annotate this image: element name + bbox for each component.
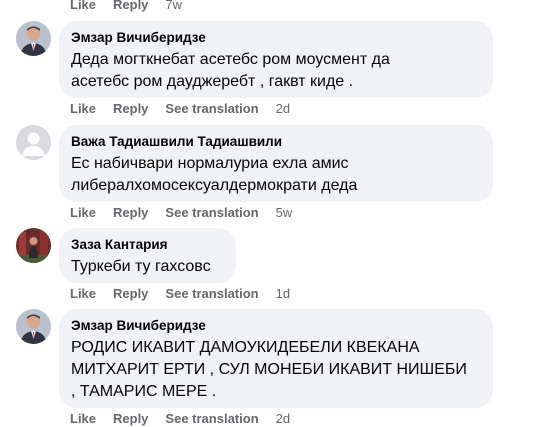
comment-actions: Like Reply See translation 1d (70, 286, 290, 302)
comment-actions: Like Reply See translation 2d (70, 101, 290, 117)
see-translation-link[interactable]: See translation (165, 205, 258, 221)
comment-actions: Like Reply See translation 2d (70, 411, 290, 427)
comment-bubble: Заза Кантария Туркеби ту гахсовс (59, 228, 236, 283)
comment-text-line: асетебс ром дауджеребт , гаквт киде . (71, 73, 354, 90)
avatar[interactable] (16, 21, 51, 56)
default-avatar-icon (16, 125, 51, 160)
comment-bubble: Эмзар Вичиберидзе РОДИС ИКАВИТ ДАМОУКИДЕ… (59, 309, 493, 408)
comment-timestamp[interactable]: 2d (276, 411, 290, 427)
comment-text-line: РОДИС ИКАВИТ ДАМОУКИДЕБЕЛИ КВЕКАНА (71, 339, 420, 356)
see-translation-link[interactable]: See translation (165, 101, 258, 117)
avatar[interactable] (16, 228, 51, 263)
reply-button[interactable]: Reply (113, 411, 148, 427)
like-button[interactable]: Like (70, 286, 96, 302)
profile-photo-icon (16, 21, 51, 56)
comment-timestamp[interactable]: 2d (276, 101, 290, 117)
comment-text-line: либералхомосексуалдермократи деда (71, 177, 358, 194)
comment-timestamp[interactable]: 5w (276, 205, 293, 221)
profile-photo-icon (16, 228, 51, 263)
comment-text: Деда могткнебат асетебс ром моусмент да … (71, 49, 481, 93)
avatar[interactable] (16, 309, 51, 344)
reply-button[interactable]: Reply (113, 101, 148, 117)
comment-bubble: Эмзар Вичиберидзе Деда могткнебат асетеб… (59, 21, 493, 98)
like-button[interactable]: Like (70, 101, 96, 117)
comment-author[interactable]: Заза Кантария (71, 236, 224, 254)
like-button[interactable]: Like (70, 0, 96, 13)
comment-text-line: , ТАМАРИС МЕРЕ . (71, 383, 217, 400)
comment-text-line: Ес набичвари нормалуриа ехла амис (71, 155, 349, 172)
comment-actions: Like Reply See translation 5w (70, 205, 292, 221)
comment-text: Туркеби ту гахсовс (71, 256, 224, 278)
previous-comment-actions: Like Reply 7w (70, 0, 182, 13)
reply-button[interactable]: Reply (113, 205, 148, 221)
like-button[interactable]: Like (70, 411, 96, 427)
comment-author[interactable]: Эмзар Вичиберидзе (71, 29, 481, 47)
comment-text: РОДИС ИКАВИТ ДАМОУКИДЕБЕЛИ КВЕКАНА МИТХА… (71, 337, 481, 403)
see-translation-link[interactable]: See translation (165, 286, 258, 302)
comment-text: Ес набичвари нормалуриа ехла амис либера… (71, 153, 481, 197)
see-translation-link[interactable]: See translation (165, 411, 258, 427)
comment-author[interactable]: Важа Тадиашвили Тадиашвили (71, 133, 481, 151)
reply-button[interactable]: Reply (113, 0, 148, 13)
comment-bubble: Важа Тадиашвили Тадиашвили Ес набичвари … (59, 125, 493, 202)
comment-text-line: МИТХАРИТ ЕРТИ , СУЛ МОНЕБИ ИКАВИТ НИШЕБИ (71, 361, 467, 378)
comment-author[interactable]: Эмзар Вичиберидзе (71, 317, 481, 335)
like-button[interactable]: Like (70, 205, 96, 221)
comment-timestamp[interactable]: 1d (276, 286, 290, 302)
reply-button[interactable]: Reply (113, 286, 148, 302)
avatar[interactable] (16, 125, 51, 160)
comment-timestamp[interactable]: 7w (165, 0, 182, 13)
profile-photo-icon (16, 309, 51, 344)
comment-text-line: Деда могткнебат асетебс ром моусмент да (71, 51, 390, 68)
comment-text-line: Туркеби ту гахсовс (71, 258, 211, 275)
